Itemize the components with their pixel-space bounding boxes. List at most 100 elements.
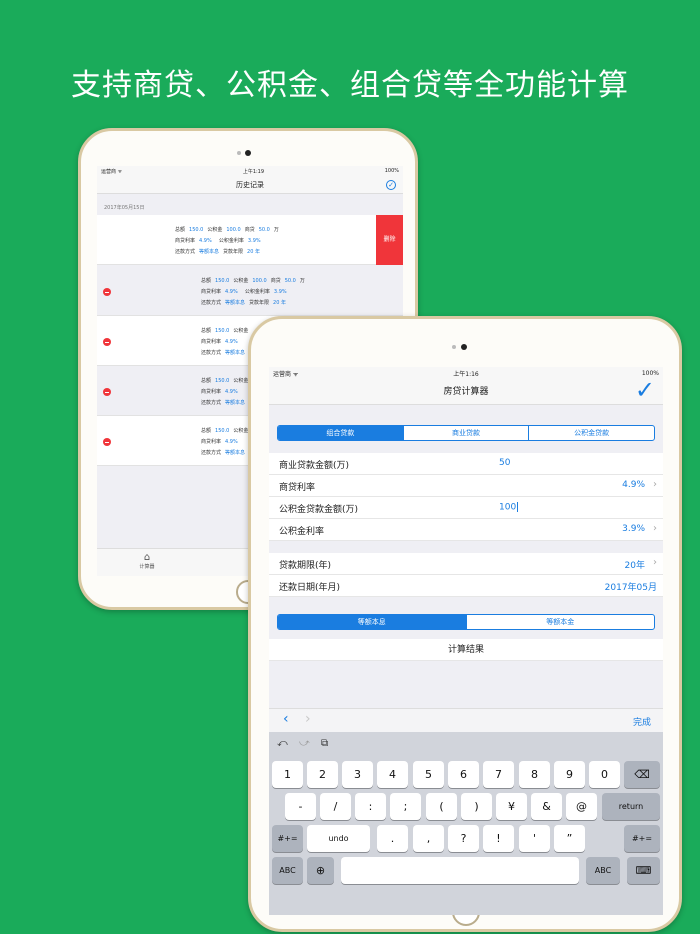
fund-amount-input[interactable]: 100 bbox=[499, 502, 519, 513]
record-line-amounts: 总额 150.0 公积金 100.0 商贷 50.0 万 bbox=[175, 227, 279, 233]
record-line-method: 还款方式 等额本息 贷款年限 20 年 bbox=[201, 300, 286, 306]
battery-label: 100% bbox=[384, 168, 399, 174]
select-check-icon[interactable]: ✓ bbox=[386, 180, 396, 190]
page-title: 房贷计算器 bbox=[443, 387, 489, 397]
key-comma[interactable]: , bbox=[413, 825, 444, 852]
status-bar: 运营商 ᯤ 上午1:19 100% bbox=[97, 166, 403, 176]
home-icon: ⌂ bbox=[143, 552, 151, 563]
fund-amount-label: 公积金贷款金额(万) bbox=[279, 505, 359, 515]
camera-dot bbox=[452, 345, 456, 349]
key-period[interactable]: . bbox=[377, 825, 408, 852]
date-header: 2017年05月15日 bbox=[104, 205, 145, 211]
undo-key[interactable]: undo bbox=[307, 825, 370, 852]
previous-field-icon[interactable]: ‹ bbox=[283, 711, 289, 727]
key-yen[interactable]: ¥ bbox=[496, 793, 527, 820]
key-5[interactable]: 5 bbox=[413, 761, 444, 788]
delete-button[interactable]: 删除 bbox=[376, 215, 403, 265]
key-semicolon[interactable]: ; bbox=[390, 793, 421, 820]
space-key[interactable] bbox=[341, 857, 579, 884]
tab-equal-principal[interactable]: 等额本金 bbox=[465, 615, 655, 629]
record-line-method: 还款方式 等额本息 bbox=[201, 450, 246, 456]
record-line-method: 还款方式 等额本息 bbox=[201, 400, 246, 406]
backspace-key[interactable]: ⌫ bbox=[624, 761, 660, 788]
commercial-rate-value: 4.9% bbox=[622, 480, 645, 490]
key-4[interactable]: 4 bbox=[377, 761, 408, 788]
headline: 支持商贷、公积金、组合贷等全功能计算 bbox=[71, 68, 629, 103]
tab-commercial-loan[interactable]: 商业贷款 bbox=[402, 426, 529, 440]
keyboard-accessory-bar: ‹ › 完成 bbox=[269, 708, 663, 732]
key-close-paren[interactable]: ) bbox=[461, 793, 492, 820]
delete-minus-icon[interactable] bbox=[103, 388, 111, 396]
tab-fund-loan[interactable]: 公积金贷款 bbox=[528, 426, 654, 440]
clock: 上午1:16 bbox=[453, 370, 479, 378]
tab-equal-installment[interactable]: 等额本息 bbox=[278, 615, 466, 629]
tab-calculator[interactable]: ⌂ 计算器 bbox=[127, 552, 167, 571]
fund-amount-row[interactable]: 公积金贷款金额(万) 100 bbox=[269, 497, 663, 519]
symbol-switch-key-right[interactable]: #+= bbox=[624, 825, 660, 852]
hide-keyboard-icon[interactable]: ⌨ bbox=[627, 857, 660, 884]
history-record[interactable]: 总额 150.0 公积金 100.0 商贷 50.0 万 商贷利率 4.9% 公积金利率 3.9… bbox=[97, 215, 403, 265]
repay-date-row[interactable]: 还款日期(年月) 2017年05月 bbox=[269, 575, 663, 597]
delete-minus-icon[interactable] bbox=[103, 338, 111, 346]
key-ampersand[interactable]: & bbox=[531, 793, 562, 820]
symbol-switch-key[interactable]: #+= bbox=[272, 825, 303, 852]
key-0[interactable]: 0 bbox=[589, 761, 620, 788]
loan-years-row[interactable]: 贷款期限(年) 20年 › bbox=[269, 553, 663, 575]
commercial-amount-input[interactable]: 50 bbox=[499, 458, 510, 468]
record-line-rates: 商贷利率 4.9% bbox=[201, 389, 238, 395]
key-6[interactable]: 6 bbox=[448, 761, 479, 788]
fund-rate-value: 3.9% bbox=[622, 524, 645, 534]
fund-amount-value: 100 bbox=[499, 502, 517, 513]
globe-icon[interactable]: ⊕ bbox=[307, 857, 334, 884]
key-apostrophe[interactable]: ' bbox=[519, 825, 550, 852]
key-1[interactable]: 1 bbox=[272, 761, 303, 788]
key-question[interactable]: ? bbox=[448, 825, 479, 852]
key-hyphen[interactable]: - bbox=[285, 793, 316, 820]
commercial-rate-label: 商贷利率 bbox=[279, 483, 316, 493]
calculator-nav-bar: 房贷计算器 ✓ bbox=[269, 377, 663, 405]
record-line-rates: 商贷利率 4.9% 公积金利率 3.9% bbox=[175, 238, 261, 244]
key-3[interactable]: 3 bbox=[342, 761, 373, 788]
key-at[interactable]: @ bbox=[566, 793, 597, 820]
confirm-check-icon[interactable]: ✓ bbox=[635, 377, 655, 403]
camera-icon bbox=[245, 150, 251, 156]
key-8[interactable]: 8 bbox=[519, 761, 550, 788]
undo-icon[interactable]: ⤺ bbox=[277, 738, 288, 749]
commercial-rate-row[interactable]: 商贷利率 4.9% › bbox=[269, 475, 663, 497]
camera-dot bbox=[237, 151, 241, 155]
abc-key[interactable]: ABC bbox=[272, 857, 303, 884]
delete-minus-icon[interactable] bbox=[103, 438, 111, 446]
commercial-amount-row[interactable]: 商业贷款金额(万) 50 bbox=[269, 453, 663, 475]
commercial-amount-label: 商业贷款金额(万) bbox=[279, 461, 350, 471]
abc-key-right[interactable]: ABC bbox=[586, 857, 620, 884]
key-7[interactable]: 7 bbox=[483, 761, 514, 788]
chevron-right-icon: › bbox=[653, 523, 657, 534]
delete-minus-icon[interactable] bbox=[103, 288, 111, 296]
repay-method-segment: 等额本息 等额本金 bbox=[277, 614, 655, 630]
key-open-paren[interactable]: ( bbox=[426, 793, 457, 820]
history-nav-bar: 历史记录 ✓ bbox=[97, 176, 403, 194]
return-key[interactable]: return bbox=[602, 793, 660, 820]
record-line-method: 还款方式 等额本息 bbox=[201, 350, 246, 356]
loan-years-value: 20年 bbox=[624, 561, 645, 571]
history-record[interactable]: 总额 150.0 公积金 100.0 商贷 50.0 万 商贷利率 4.9% 公积金利率 3.9… bbox=[97, 266, 403, 316]
text-caret bbox=[517, 502, 519, 512]
key-2[interactable]: 2 bbox=[307, 761, 338, 788]
repay-date-label: 还款日期(年月) bbox=[279, 583, 341, 593]
calculator-screen: 运营商 ᯤ 上午1:16 100% 房贷计算器 ✓ 组合贷款 商业贷款 公积金贷… bbox=[269, 367, 663, 915]
key-slash[interactable]: / bbox=[320, 793, 351, 820]
tab-combined-loan[interactable]: 组合贷款 bbox=[278, 426, 403, 440]
key-9[interactable]: 9 bbox=[554, 761, 585, 788]
key-colon[interactable]: : bbox=[355, 793, 386, 820]
key-exclamation[interactable]: ! bbox=[483, 825, 514, 852]
redo-icon[interactable]: ⤻ bbox=[299, 738, 310, 749]
paste-icon[interactable]: ⧉ bbox=[321, 738, 328, 749]
done-button[interactable]: 完成 bbox=[633, 715, 651, 728]
next-field-icon[interactable]: › bbox=[305, 711, 311, 727]
record-line-amounts: 总额 150.0 公积金 bbox=[201, 428, 249, 434]
key-quote[interactable]: ” bbox=[554, 825, 585, 852]
result-header: 计算结果 bbox=[269, 639, 663, 661]
record-line-method: 还款方式 等额本息 贷款年限 20 年 bbox=[175, 249, 260, 255]
fund-rate-row[interactable]: 公积金利率 3.9% › bbox=[269, 519, 663, 541]
camera-icon bbox=[461, 344, 467, 350]
